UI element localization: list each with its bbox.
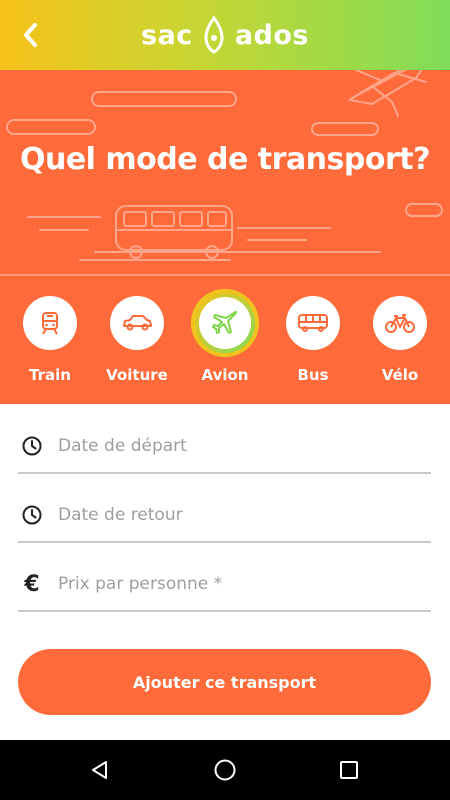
mode-car-label: Voiture <box>106 366 168 384</box>
mode-plane-label: Avion <box>201 366 249 384</box>
price-placeholder: Prix par personne * <box>58 574 223 594</box>
clock-icon <box>20 503 44 527</box>
mode-bus[interactable]: Bus <box>273 296 353 396</box>
departure-date-placeholder: Date de départ <box>58 436 187 456</box>
logo-text-left: sac <box>141 19 193 51</box>
system-home-button[interactable] <box>207 752 243 788</box>
system-navigation-bar <box>0 740 450 800</box>
mode-train-label: Train <box>29 366 71 384</box>
system-back-button[interactable] <box>82 752 118 788</box>
departure-date-field[interactable]: Date de départ <box>18 420 431 474</box>
bus-icon <box>298 314 328 332</box>
compass-pin-icon <box>204 16 224 54</box>
mode-train[interactable]: Train <box>10 296 90 396</box>
back-triangle-icon <box>92 761 107 779</box>
mode-bike-circle <box>373 296 427 350</box>
home-circle-icon <box>214 759 236 781</box>
clock-icon <box>20 434 44 458</box>
mode-plane[interactable]: Avion <box>185 296 265 396</box>
app-bar: sac ados <box>0 0 450 70</box>
add-transport-button[interactable]: Ajouter ce transport <box>18 649 431 715</box>
mode-bus-label: Bus <box>297 366 329 384</box>
mode-bike-label: Vélo <box>381 366 419 384</box>
euro-icon: € <box>24 571 40 597</box>
mode-train-circle <box>23 296 77 350</box>
mode-bus-circle <box>286 296 340 350</box>
recents-square-icon <box>340 761 358 779</box>
system-recents-button[interactable] <box>331 752 367 788</box>
hero-banner: Quel mode de transport? <box>0 70 450 275</box>
mode-bike[interactable]: Vélo <box>360 296 440 396</box>
transport-mode-selector: Train Voiture Avion Bus Vélo <box>0 276 450 404</box>
return-date-field[interactable]: Date de retour <box>18 489 431 543</box>
car-icon <box>123 315 152 331</box>
mode-plane-circle <box>195 293 255 353</box>
plane-icon <box>212 310 238 334</box>
return-date-placeholder: Date de retour <box>58 505 183 525</box>
bike-icon <box>385 314 415 333</box>
page-title: Quel mode de transport? <box>19 142 431 177</box>
mode-car-circle <box>110 296 164 350</box>
train-icon <box>42 312 58 335</box>
price-per-person-field[interactable]: € Prix par personne * <box>18 558 431 612</box>
mode-car[interactable]: Voiture <box>97 296 177 396</box>
app-logo: sac ados <box>0 14 450 56</box>
logo-text-right: ados <box>234 19 309 51</box>
